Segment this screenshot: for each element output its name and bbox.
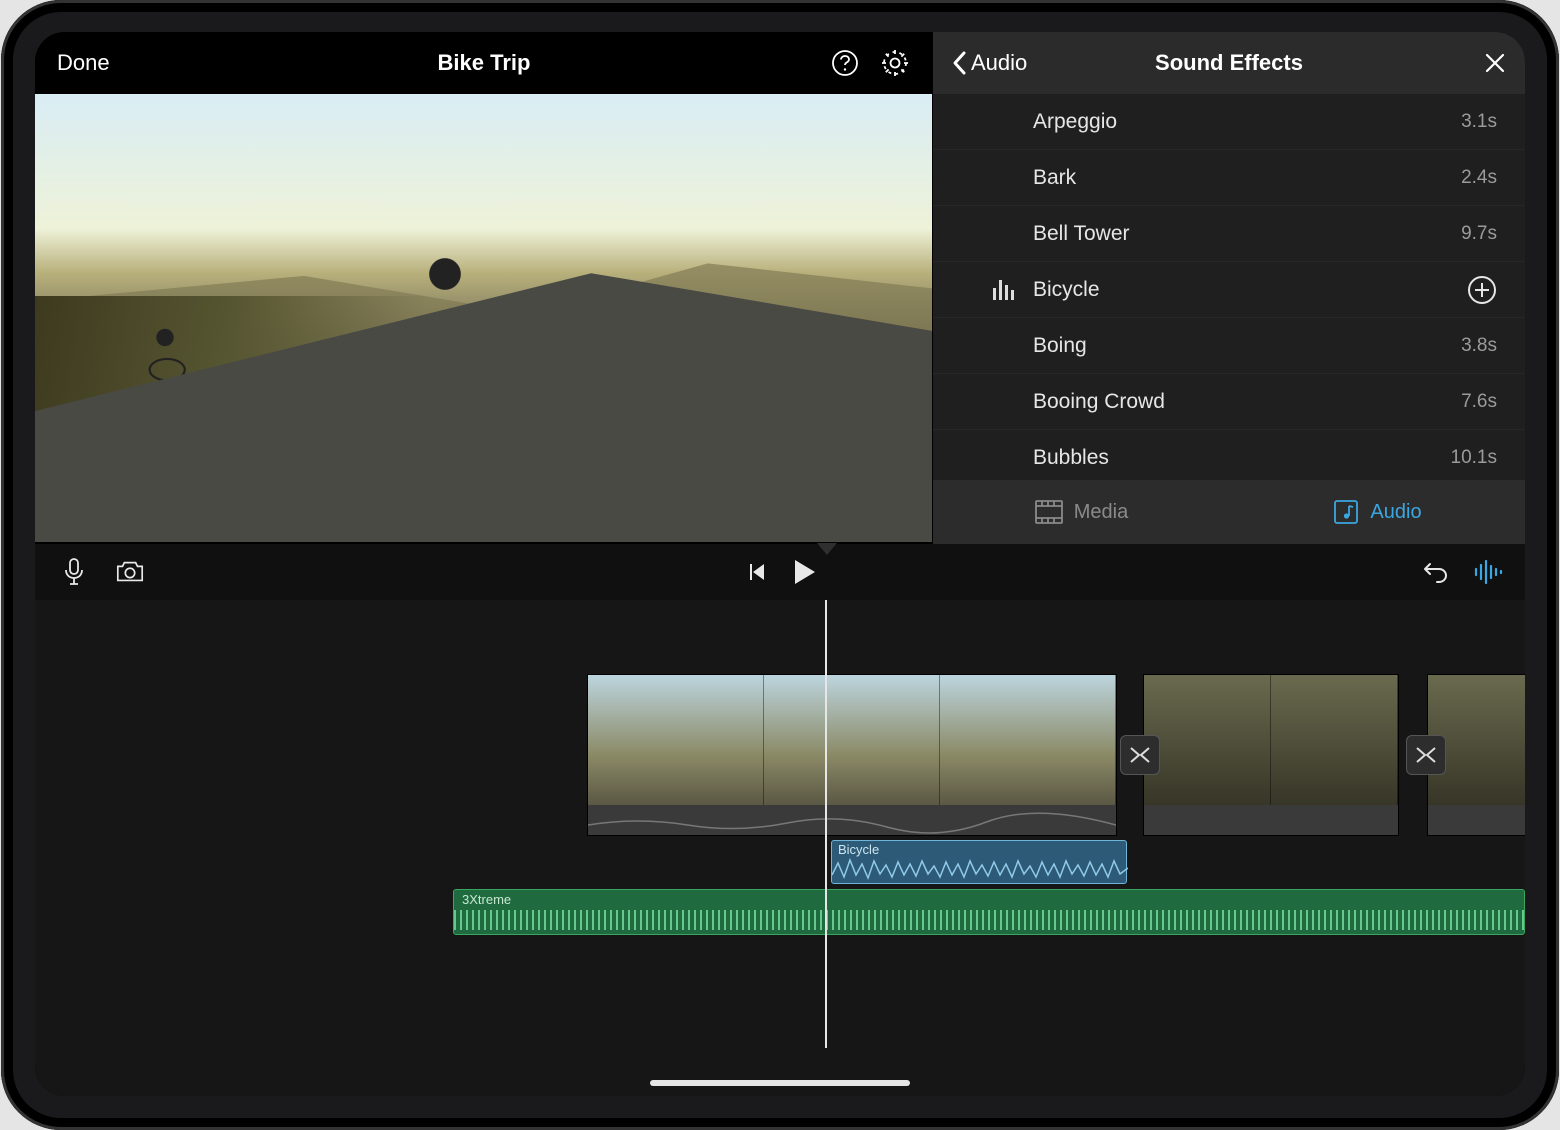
sound-effect-duration: 10.1s: [1451, 447, 1497, 469]
viewer-pane: Done Bike Trip: [35, 32, 933, 544]
sound-effect-row[interactable]: Bark2.4s: [933, 150, 1525, 206]
transition-icon: [1414, 743, 1438, 767]
timeline[interactable]: Bicycle 3Xtreme: [35, 600, 1525, 1096]
row-playing-indicator: [933, 280, 1033, 300]
sound-effect-row[interactable]: Bubbles10.1s: [933, 430, 1525, 480]
sfx-clip-bicycle[interactable]: Bicycle: [831, 840, 1127, 884]
sound-effect-row[interactable]: Booing Crowd7.6s: [933, 374, 1525, 430]
back-to-audio-button[interactable]: Audio: [951, 49, 1027, 77]
camera-icon: [115, 559, 145, 585]
plus-circle-icon: [1467, 275, 1497, 305]
skip-back-icon: [744, 560, 768, 584]
sfx-waveform: [832, 855, 1128, 881]
viewer-header: Done Bike Trip: [35, 32, 933, 94]
undo-button[interactable]: [1419, 557, 1449, 587]
play-icon: [791, 558, 817, 586]
add-sound-button[interactable]: [1467, 275, 1497, 305]
music-waveform: [454, 910, 1524, 930]
rewind-button[interactable]: [741, 557, 771, 587]
sound-effects-list[interactable]: Arpeggio3.1sBark2.4sBell Tower9.7sBicycl…: [933, 94, 1525, 480]
tab-audio-label: Audio: [1370, 501, 1421, 524]
music-note-icon: [1332, 498, 1360, 526]
sound-effect-name: Boing: [1033, 334, 1461, 358]
timeline-toolbar: [35, 544, 1525, 600]
audio-bars-icon: [993, 280, 1015, 300]
sound-effect-duration: 3.8s: [1461, 335, 1497, 357]
clip-audio-waveform: [1144, 805, 1398, 835]
top-row: Done Bike Trip: [35, 32, 1525, 544]
undo-icon: [1419, 560, 1449, 584]
video-clip-2[interactable]: [1143, 674, 1399, 836]
sound-effect-name: Bicycle: [1033, 278, 1467, 302]
project-title: Bike Trip: [35, 50, 933, 76]
sound-effect-name: Bubbles: [1033, 446, 1451, 470]
back-label: Audio: [971, 50, 1027, 76]
sound-effect-name: Bark: [1033, 166, 1461, 190]
clip-audio-waveform: [588, 805, 1116, 835]
chevron-left-icon: [951, 49, 969, 77]
sound-effect-duration: 7.6s: [1461, 391, 1497, 413]
filmstrip-icon: [1034, 499, 1064, 525]
sound-effect-row[interactable]: Bell Tower9.7s: [933, 206, 1525, 262]
play-button[interactable]: [789, 557, 819, 587]
video-clip-1[interactable]: [587, 674, 1117, 836]
transition-icon: [1128, 743, 1152, 767]
settings-button[interactable]: [879, 47, 911, 79]
gear-icon: [880, 48, 910, 78]
panel-tabs: Media Audio: [933, 480, 1525, 544]
tab-media[interactable]: Media: [933, 480, 1229, 544]
music-clip-3xtreme[interactable]: 3Xtreme: [453, 889, 1525, 935]
sound-effect-duration: 9.7s: [1461, 223, 1497, 245]
close-panel-button[interactable]: [1483, 51, 1507, 75]
app-screen: Done Bike Trip: [35, 32, 1525, 1096]
sound-effect-name: Bell Tower: [1033, 222, 1461, 246]
panel-header: Audio Sound Effects: [933, 32, 1525, 94]
clip-audio-waveform: [1428, 805, 1525, 835]
audio-edit-button[interactable]: [1473, 557, 1503, 587]
viewer-preview[interactable]: [35, 94, 932, 542]
close-icon: [1483, 51, 1507, 75]
playhead[interactable]: [825, 600, 827, 1048]
music-clip-label: 3Xtreme: [462, 892, 511, 907]
sound-effect-name: Arpeggio: [1033, 110, 1461, 134]
record-voiceover-button[interactable]: [59, 557, 89, 587]
camera-button[interactable]: [115, 557, 145, 587]
sound-effects-panel: Audio Sound Effects Arpeggio3.1sBark2.4s…: [933, 32, 1525, 544]
help-icon: [831, 49, 859, 77]
audio-waveform-icon: [1473, 559, 1503, 585]
transition-1[interactable]: [1120, 735, 1160, 775]
ipad-frame: Done Bike Trip: [1, 0, 1559, 1130]
sound-effect-name: Booing Crowd: [1033, 390, 1461, 414]
sound-effect-duration: 2.4s: [1461, 167, 1497, 189]
sound-effect-row[interactable]: Arpeggio3.1s: [933, 94, 1525, 150]
sound-effect-row[interactable]: Bicycle: [933, 262, 1525, 318]
home-indicator[interactable]: [650, 1080, 910, 1086]
transition-2[interactable]: [1406, 735, 1446, 775]
help-button[interactable]: [829, 47, 861, 79]
tab-media-label: Media: [1074, 501, 1128, 524]
sound-effect-row[interactable]: Boing3.8s: [933, 318, 1525, 374]
sound-effect-duration: 3.1s: [1461, 111, 1497, 133]
done-button[interactable]: Done: [57, 50, 110, 76]
tab-audio[interactable]: Audio: [1229, 480, 1525, 544]
microphone-icon: [62, 557, 86, 587]
